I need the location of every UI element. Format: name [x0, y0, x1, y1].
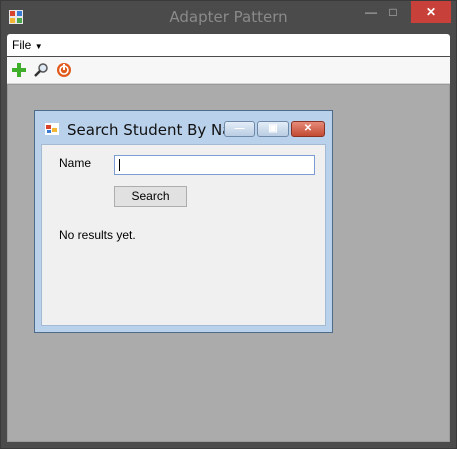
search-icon[interactable]: [33, 62, 49, 78]
minimize-icon: —: [234, 123, 245, 134]
name-input[interactable]: [114, 155, 315, 175]
child-restore-button[interactable]: ▣: [257, 121, 289, 137]
maximize-button[interactable]: □: [378, 1, 408, 23]
child-close-button[interactable]: ✕: [291, 121, 325, 137]
menu-file[interactable]: File ▼: [12, 38, 43, 52]
title-bar[interactable]: Adapter Pattern — □ ✕: [1, 1, 456, 32]
chevron-down-icon: ▼: [34, 42, 43, 51]
results-text: No results yet.: [59, 228, 136, 242]
close-button[interactable]: ✕: [411, 1, 451, 23]
child-title-bar[interactable]: Search Student By Na... — ▣ ✕: [35, 111, 332, 145]
toolbar: [7, 57, 450, 84]
child-client-area: Name Search No results yet.: [41, 144, 326, 326]
child-minimize-button[interactable]: —: [224, 121, 255, 137]
text-caret: [119, 159, 120, 171]
exit-icon[interactable]: [56, 62, 72, 78]
form-icon: [45, 123, 59, 135]
name-label: Name: [59, 156, 92, 170]
menu-bar: File ▼: [7, 34, 450, 56]
restore-icon: ▣: [268, 123, 278, 134]
close-icon: ✕: [303, 123, 313, 134]
menu-file-label: File: [12, 38, 32, 52]
child-window-title: Search Student By Na...: [67, 121, 246, 139]
search-button[interactable]: Search: [114, 186, 187, 207]
add-icon[interactable]: [11, 62, 27, 78]
search-student-window: Search Student By Na... — ▣ ✕ Name Searc…: [34, 110, 333, 333]
